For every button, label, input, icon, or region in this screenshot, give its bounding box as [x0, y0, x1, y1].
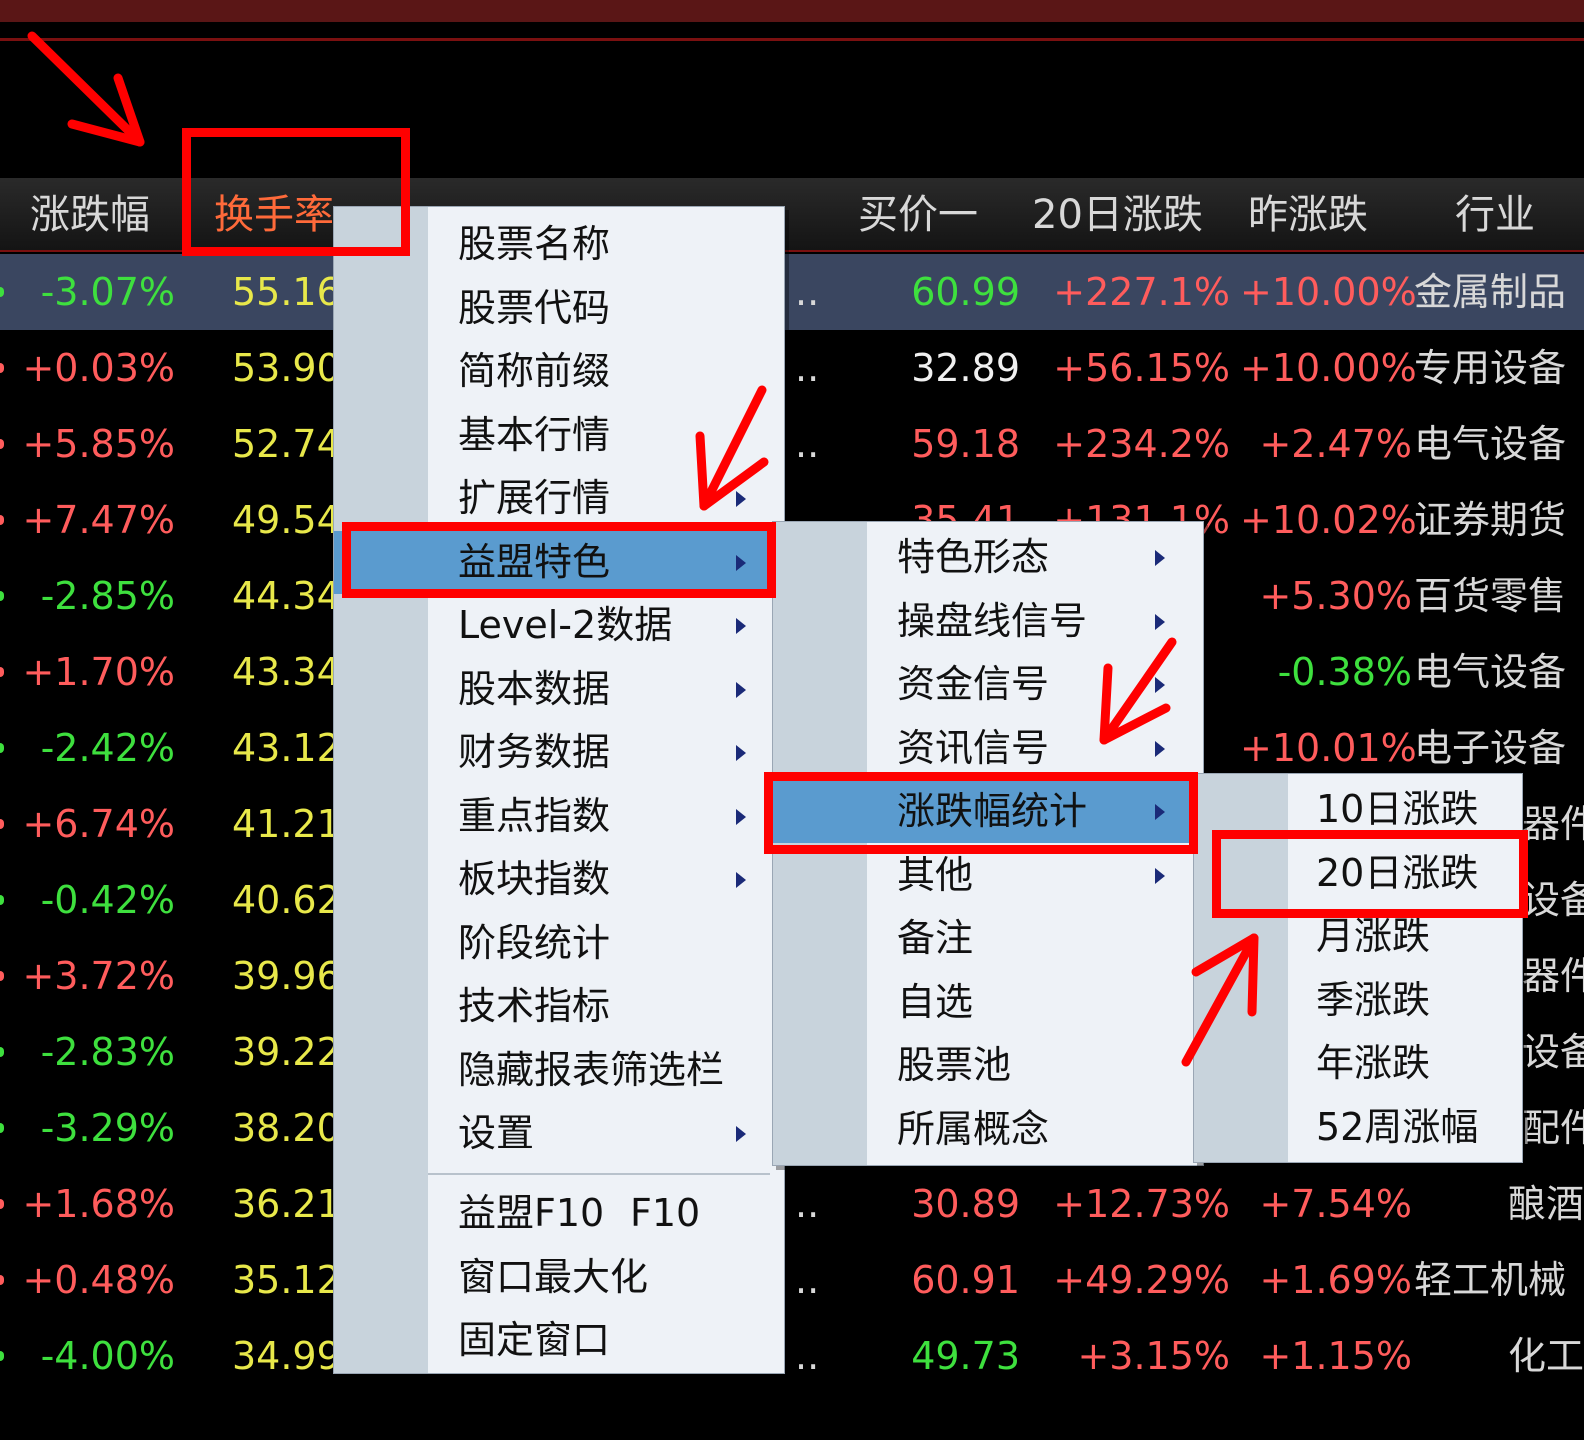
annotation-arrows — [27, 31, 1259, 1067]
arrow-icon — [1181, 933, 1259, 1067]
arrow-icon — [695, 385, 769, 511]
arrow-icon — [27, 31, 145, 147]
arrow-icon — [1099, 637, 1177, 745]
